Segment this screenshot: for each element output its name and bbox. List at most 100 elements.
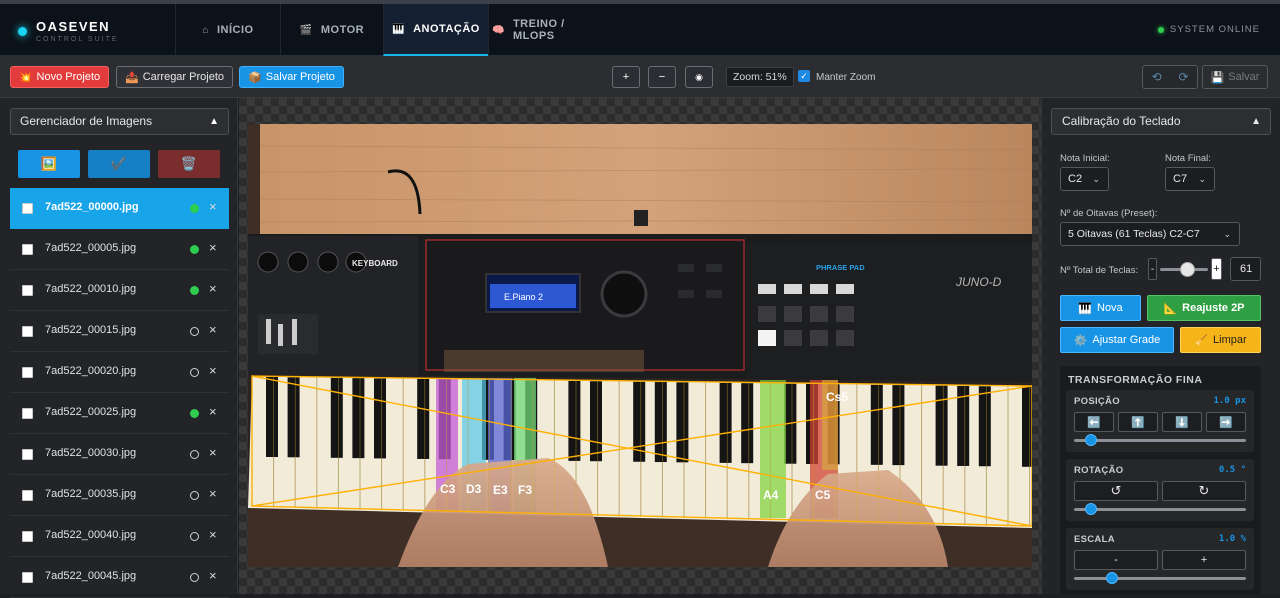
file-row[interactable]: 7ad522_00040.jpg × (10, 516, 229, 557)
file-row[interactable]: 7ad522_00005.jpg × (10, 229, 229, 270)
keep-zoom-checkbox[interactable]: ✓ (798, 70, 810, 82)
new-project-icon: 💥 (18, 71, 33, 84)
upload-icon: 📤 (124, 71, 139, 84)
file-checkbox[interactable] (22, 203, 33, 214)
save-button[interactable]: 💾 Salvar (1202, 65, 1268, 89)
file-checkbox[interactable] (22, 285, 33, 296)
annotation-canvas[interactable]: KEYBOARD E.Piano 2 PHRASE PAD JUNO-D C3 … (239, 98, 1041, 594)
readjust-2p-button[interactable]: 📐 Reajuste 2P (1147, 295, 1261, 321)
file-name: 7ad522_00010.jpg (45, 283, 137, 295)
rotate-ccw-button[interactable]: ↺ (1074, 481, 1158, 501)
redo-icon[interactable]: ⟳ (1170, 66, 1197, 88)
gear-icon: ⚙️ (1073, 334, 1088, 347)
file-name: 7ad522_00025.jpg (45, 406, 137, 418)
position-label: POSIÇÃO (1074, 396, 1120, 407)
remove-file-icon[interactable]: × (209, 404, 217, 419)
file-row[interactable]: 7ad522_00020.jpg × (10, 352, 229, 393)
file-checkbox[interactable] (22, 408, 33, 419)
clear-button[interactable]: 🧹 Limpar (1180, 327, 1261, 353)
octaves-select[interactable]: 5 Oitavas (61 Teclas) C2-C7 ⌄ (1060, 222, 1240, 246)
file-row[interactable]: 7ad522_00015.jpg × (10, 311, 229, 352)
keyboard-photo[interactable]: KEYBOARD E.Piano 2 PHRASE PAD JUNO-D C3 … (248, 124, 1032, 567)
note-label: E3 (493, 483, 508, 497)
rotation-slider[interactable] (1074, 508, 1246, 511)
move-up-button[interactable]: ⬆️ (1118, 412, 1158, 432)
scale-section: ESCALA 1.0 % - + (1066, 528, 1254, 590)
remove-file-icon[interactable]: × (209, 568, 217, 583)
file-checkbox[interactable] (22, 367, 33, 378)
tab-anotacao[interactable]: 🎹 ANOTAÇÃO (383, 4, 488, 56)
calibration-title: Calibração do Teclado (1062, 114, 1181, 128)
mark-done-button[interactable]: ✔️ (88, 150, 150, 178)
file-checkbox[interactable] (22, 490, 33, 501)
file-checkbox[interactable] (22, 244, 33, 255)
load-project-button[interactable]: 📤 Carregar Projeto (116, 66, 233, 88)
note-label: A4 (763, 488, 779, 502)
chevron-down-icon: ⌄ (1223, 229, 1231, 239)
file-row[interactable]: 7ad522_00030.jpg × (10, 434, 229, 475)
rotate-cw-button[interactable]: ↻ (1162, 481, 1246, 501)
rotation-slider-knob[interactable] (1085, 503, 1098, 515)
move-down-button[interactable]: ⬇️ (1162, 412, 1202, 432)
file-name: 7ad522_00000.jpg (45, 201, 139, 213)
synth-screen-text: E.Piano 2 (504, 292, 543, 302)
adjust-grid-button[interactable]: ⚙️ Ajustar Grade (1060, 327, 1174, 353)
remove-file-icon[interactable]: × (209, 281, 217, 296)
keyboard-label: KEYBOARD (352, 259, 398, 268)
image-icon: 🖼️ (40, 156, 58, 171)
file-name: 7ad522_00045.jpg (45, 570, 137, 582)
broom-icon: 🧹 (1194, 334, 1209, 347)
remove-file-icon[interactable]: × (209, 445, 217, 460)
file-row[interactable]: 7ad522_00000.jpg × (10, 188, 229, 229)
tab-label: MOTOR (320, 24, 365, 36)
remove-file-icon[interactable]: × (209, 486, 217, 501)
scale-slider-knob[interactable] (1106, 572, 1118, 584)
file-checkbox[interactable] (22, 326, 33, 337)
file-checkbox[interactable] (22, 572, 33, 583)
tab-treino[interactable]: 🧠 TREINO / MLOPS (488, 4, 600, 56)
file-row[interactable]: 7ad522_00035.jpg × (10, 475, 229, 516)
save-project-button[interactable]: 📦 Salvar Projeto (239, 66, 344, 88)
zoom-fit-button[interactable]: ◉ (685, 66, 713, 88)
new-calibration-label: Nova (1097, 302, 1123, 314)
status-pending-icon (190, 491, 199, 500)
end-note-select[interactable]: C7 ⌄ (1165, 167, 1215, 191)
new-project-button[interactable]: 💥 Novo Projeto (10, 66, 109, 88)
position-slider-knob[interactable] (1085, 434, 1098, 446)
tab-motor[interactable]: 🎬 MOTOR (280, 4, 383, 56)
file-row[interactable]: 7ad522_00045.jpg × (10, 557, 229, 598)
scale-plus-button[interactable]: + (1162, 550, 1246, 570)
position-slider[interactable] (1074, 439, 1246, 442)
remove-file-icon[interactable]: × (209, 363, 217, 378)
file-row[interactable]: 7ad522_00010.jpg × (10, 270, 229, 311)
total-keys-input[interactable]: 61 (1230, 257, 1261, 281)
zoom-in-button[interactable]: + (612, 66, 640, 88)
readjust-2p-label: Reajuste 2P (1182, 302, 1245, 314)
tab-inicio[interactable]: ⌂ INÍCIO (175, 4, 280, 56)
rotation-section: ROTAÇÃO 0.5 ° ↺ ↻ (1066, 459, 1254, 521)
file-checkbox[interactable] (22, 531, 33, 542)
move-left-button[interactable]: ⬅️ (1074, 412, 1114, 432)
undo-icon[interactable]: ⟲ (1143, 66, 1170, 88)
image-manager-header[interactable]: Gerenciador de Imagens ▲ (10, 108, 229, 135)
remove-file-icon[interactable]: × (209, 322, 217, 337)
file-checkbox[interactable] (22, 449, 33, 460)
remove-file-icon[interactable]: × (209, 240, 217, 255)
keys-slider-knob[interactable] (1180, 262, 1195, 277)
zoom-out-button[interactable]: − (648, 66, 676, 88)
remove-file-icon[interactable]: × (209, 199, 217, 214)
add-image-button[interactable]: 🖼️ (18, 150, 80, 178)
calibration-header[interactable]: Calibração do Teclado ▲ (1051, 108, 1271, 135)
move-right-button[interactable]: ➡️ (1206, 412, 1246, 432)
delete-image-button[interactable]: 🗑️ (158, 150, 220, 178)
toolbar: 💥 Novo Projeto 📤 Carregar Projeto 📦 Salvar … (0, 56, 1280, 98)
scale-minus-button[interactable]: - (1074, 550, 1158, 570)
new-calibration-button[interactable]: 🎹 Nova (1060, 295, 1141, 321)
position-value: 1.0 px (1213, 396, 1246, 406)
file-row[interactable]: 7ad522_00025.jpg × (10, 393, 229, 434)
scale-slider[interactable] (1074, 577, 1246, 580)
keys-minus-button[interactable]: - (1148, 258, 1157, 280)
start-note-select[interactable]: C2 ⌄ (1060, 167, 1109, 191)
remove-file-icon[interactable]: × (209, 527, 217, 542)
keys-plus-button[interactable]: + (1211, 258, 1222, 280)
